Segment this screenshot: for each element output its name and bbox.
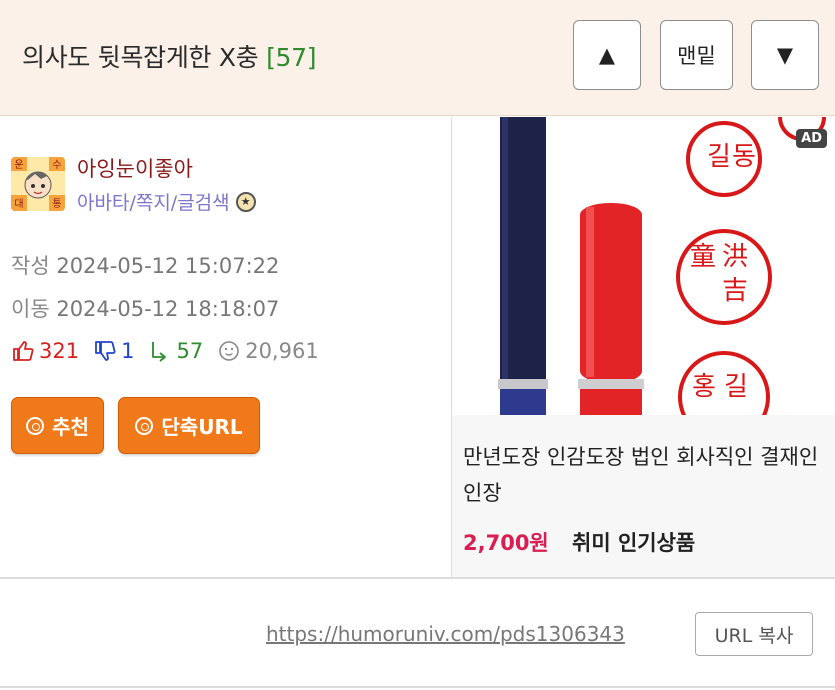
post-url-link[interactable]: https://humoruniv.com/pds1306343 <box>266 622 625 646</box>
short-url-button[interactable]: 단축URL <box>118 397 260 454</box>
stamp-char-6: 홍 <box>692 372 716 402</box>
short-url-icon <box>135 416 154 435</box>
url-copy-button[interactable]: URL 복사 <box>695 612 813 656</box>
written-date: 작성 2024-05-12 15:07:22 <box>11 250 279 280</box>
comment-count[interactable]: [57] <box>266 43 316 72</box>
recommend-icon <box>26 416 45 435</box>
ad-price: 2,700원 <box>463 531 549 555</box>
ad-badge: AD <box>796 129 827 148</box>
stamp-char-2: 동 <box>732 142 756 172</box>
avatar-char-3: 대 <box>14 198 23 210</box>
post-title: 의사도 뒷목잡게한 X충 [57] <box>22 38 317 74</box>
scroll-down-button[interactable]: ▼ <box>751 20 819 90</box>
reply-arrow-icon <box>152 342 167 362</box>
thumbs-down-icon <box>95 341 116 361</box>
scroll-up-button[interactable]: ▲ <box>573 20 641 90</box>
post-header: 의사도 뒷목잡게한 X충 [57] ▲ 맨밑 ▼ <box>0 0 835 116</box>
view-count: 20,961 <box>245 339 319 363</box>
bottom-divider <box>0 686 835 688</box>
user-links-text[interactable]: 아바타/쪽지/글검색 <box>77 188 230 215</box>
ad-category: 취미 인기상품 <box>572 531 696 555</box>
reply-count: 57 <box>176 339 204 363</box>
moved-date: 이동 2024-05-12 18:18:07 <box>11 293 279 323</box>
post-info-panel: 운 수 대 통 아잉눈이좋아 아바타/쪽지/글검색 ★ 작성 2024-05-1… <box>0 117 451 577</box>
written-value: 2024-05-12 15:07:22 <box>56 254 280 278</box>
recommend-button[interactable]: 추천 <box>11 397 104 454</box>
like-count: 321 <box>39 339 80 363</box>
avatar-char-1: 운 <box>14 159 23 171</box>
stamp-char-4: 洪 <box>722 242 748 272</box>
written-label: 작성 <box>11 254 50 278</box>
post-stats: 321 1 57 20,961 <box>11 339 333 363</box>
recommend-label: 추천 <box>52 415 89 439</box>
moved-value: 2024-05-12 18:18:07 <box>56 297 280 321</box>
smiley-icon <box>219 341 240 361</box>
user-level-icon: ★ <box>235 191 256 212</box>
ad-image[interactable]: 길 동 童 洪 吉 홍 길 AD <box>452 117 835 415</box>
avatar[interactable]: 운 수 대 통 <box>11 157 65 211</box>
reply-stat: 57 <box>148 339 203 363</box>
go-bottom-button[interactable]: 맨밑 <box>660 20 733 90</box>
stamp-char-7: 길 <box>724 372 748 402</box>
view-stat: 20,961 <box>217 339 319 363</box>
thumbs-up-icon <box>13 341 34 361</box>
user-links[interactable]: 아바타/쪽지/글검색 ★ <box>77 188 256 215</box>
dislike-stat: 1 <box>93 339 134 363</box>
stamp-char-3: 童 <box>690 242 716 272</box>
like-stat: 321 <box>11 339 79 363</box>
dislike-count: 1 <box>121 339 135 363</box>
avatar-image: 운 수 대 통 <box>11 157 65 211</box>
ad-panel[interactable]: 길 동 童 洪 吉 홍 길 AD 만년도장 인감도장 법인 회사직인 결재인 인… <box>451 117 835 577</box>
stamp-char-5: 吉 <box>722 276 748 306</box>
stamp-char-1: 길 <box>707 142 731 172</box>
user-nickname[interactable]: 아잉눈이좋아 <box>77 153 193 183</box>
short-url-label: 단축URL <box>161 415 243 439</box>
stamp-product-image: 길 동 童 洪 吉 홍 길 <box>498 117 826 415</box>
moved-label: 이동 <box>11 297 50 321</box>
avatar-char-4: 통 <box>52 198 61 210</box>
section-divider <box>0 577 835 579</box>
ad-title[interactable]: 만년도장 인감도장 법인 회사직인 결재인 인장 <box>463 439 829 511</box>
post-title-text: 의사도 뒷목잡게한 X충 <box>22 43 259 72</box>
avatar-char-2: 수 <box>52 159 61 171</box>
